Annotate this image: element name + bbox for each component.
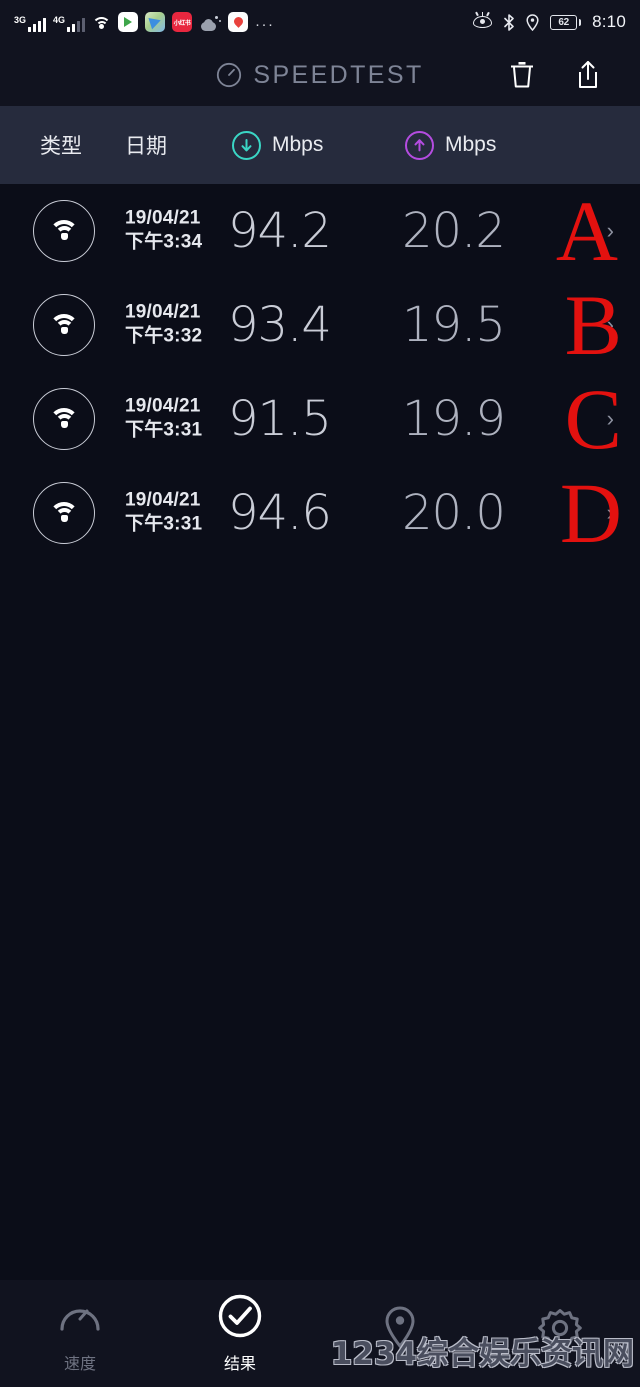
app-screen: 3G 4G 小红书 ··· 62 8:10 SPEEDTEST 类型 日期 Mb… bbox=[0, 0, 640, 1387]
bottom-navigation: 速度 结果 1234综合娱乐资讯网 bbox=[0, 1280, 640, 1387]
wifi-icon bbox=[33, 388, 95, 450]
nav-item-results[interactable]: 结果 bbox=[160, 1293, 320, 1374]
result-download-value: 93.4 bbox=[228, 297, 332, 353]
table-row[interactable]: 19/04/21 下午3:31 94.6 20.0 › D bbox=[0, 466, 640, 560]
signal-bar bbox=[82, 18, 85, 32]
result-upload-value: 19.9 bbox=[402, 391, 506, 447]
column-header-download[interactable]: Mbps bbox=[232, 130, 324, 160]
result-download-value: 91.5 bbox=[228, 391, 332, 447]
app-bar: SPEEDTEST bbox=[0, 44, 640, 106]
status-bar-right: 62 8:10 bbox=[473, 11, 626, 32]
speedometer-icon bbox=[57, 1293, 103, 1339]
result-upload-value: 20.2 bbox=[402, 203, 506, 259]
wifi-icon bbox=[33, 482, 95, 544]
weather-icon bbox=[199, 16, 221, 32]
app-bar-actions bbox=[506, 58, 640, 92]
delete-icon[interactable] bbox=[506, 58, 538, 92]
eye-care-icon bbox=[473, 11, 493, 29]
wifi-icon bbox=[33, 294, 95, 356]
sim2-signal-icon: 4G bbox=[53, 15, 85, 32]
speedometer-icon bbox=[216, 62, 242, 88]
result-time: 下午3:31 bbox=[125, 514, 203, 535]
watermark: 1234综合娱乐资讯网 bbox=[330, 1336, 634, 1372]
signal-bar bbox=[28, 27, 31, 32]
wifi-icon bbox=[92, 17, 111, 32]
maps-app-icon bbox=[145, 12, 165, 32]
result-date: 19/04/21 bbox=[125, 207, 201, 229]
status-overflow-icon: ··· bbox=[255, 16, 275, 33]
result-datetime: 19/04/21 下午3:31 bbox=[125, 489, 202, 538]
battery-icon: 62 bbox=[550, 14, 582, 30]
result-upload-value: 19.5 bbox=[402, 297, 506, 353]
annotation-marker: C bbox=[564, 370, 622, 467]
result-time: 下午3:32 bbox=[125, 326, 203, 347]
bluetooth-icon bbox=[503, 13, 515, 31]
sim2-network-label: 4G bbox=[53, 15, 66, 25]
result-datetime: 19/04/21 下午3:31 bbox=[125, 395, 202, 444]
result-time: 下午3:31 bbox=[125, 420, 203, 441]
table-row[interactable]: 19/04/21 下午3:32 93.4 19.5 › B bbox=[0, 278, 640, 372]
video-app-icon bbox=[118, 12, 138, 32]
nav-label-results: 结果 bbox=[223, 1356, 256, 1373]
nav-label-speed: 速度 bbox=[63, 1356, 96, 1373]
signal-bar bbox=[77, 21, 80, 32]
download-unit-label: Mbps bbox=[272, 133, 324, 156]
annotation-marker: A bbox=[555, 182, 618, 279]
wifi-icon bbox=[33, 200, 95, 262]
check-circle-icon bbox=[217, 1293, 263, 1339]
column-header-upload[interactable]: Mbps bbox=[405, 130, 497, 160]
signal-bar bbox=[72, 24, 75, 32]
table-row[interactable]: 19/04/21 下午3:34 94.2 20.2 › A bbox=[0, 184, 640, 278]
share-icon[interactable] bbox=[572, 58, 604, 92]
result-upload-value: 20.0 bbox=[402, 485, 506, 541]
result-download-value: 94.6 bbox=[228, 485, 332, 541]
result-datetime: 19/04/21 下午3:34 bbox=[125, 207, 202, 256]
results-column-header: 类型 日期 Mbps Mbps bbox=[0, 106, 640, 184]
column-header-type[interactable]: 类型 bbox=[40, 130, 82, 160]
result-time: 下午3:34 bbox=[125, 232, 203, 253]
status-bar-left: 3G 4G 小红书 ··· bbox=[14, 12, 473, 32]
location-pin-icon bbox=[526, 13, 539, 31]
results-list: 19/04/21 下午3:34 94.2 20.2 › A 19/04/21 下… bbox=[0, 184, 640, 560]
result-datetime: 19/04/21 下午3:32 bbox=[125, 301, 202, 350]
signal-bar bbox=[38, 21, 41, 32]
battery-level: 62 bbox=[550, 14, 578, 30]
status-bar: 3G 4G 小红书 ··· 62 8:10 bbox=[0, 0, 640, 44]
upload-unit-label: Mbps bbox=[445, 133, 497, 156]
upload-arrow-icon bbox=[405, 130, 434, 160]
result-download-value: 94.2 bbox=[228, 203, 332, 259]
signal-bar bbox=[43, 18, 46, 32]
app-title: SPEEDTEST bbox=[253, 60, 424, 89]
download-arrow-icon bbox=[232, 130, 261, 160]
sim1-network-label: 3G bbox=[14, 15, 27, 25]
annotation-marker: B bbox=[564, 276, 622, 373]
nav-item-speed[interactable]: 速度 bbox=[0, 1293, 160, 1374]
xiaohongshu-app-icon: 小红书 bbox=[172, 12, 192, 32]
column-header-date[interactable]: 日期 bbox=[125, 130, 167, 160]
status-clock: 8:10 bbox=[592, 12, 626, 31]
result-date: 19/04/21 bbox=[125, 301, 201, 323]
result-date: 19/04/21 bbox=[125, 395, 201, 417]
location-app-icon bbox=[228, 12, 248, 32]
sim1-signal-icon: 3G bbox=[14, 15, 46, 32]
annotation-marker: D bbox=[559, 464, 622, 561]
signal-bar bbox=[33, 24, 36, 32]
result-date: 19/04/21 bbox=[125, 489, 201, 511]
table-row[interactable]: 19/04/21 下午3:31 91.5 19.9 › C bbox=[0, 372, 640, 466]
signal-bar bbox=[67, 27, 70, 32]
